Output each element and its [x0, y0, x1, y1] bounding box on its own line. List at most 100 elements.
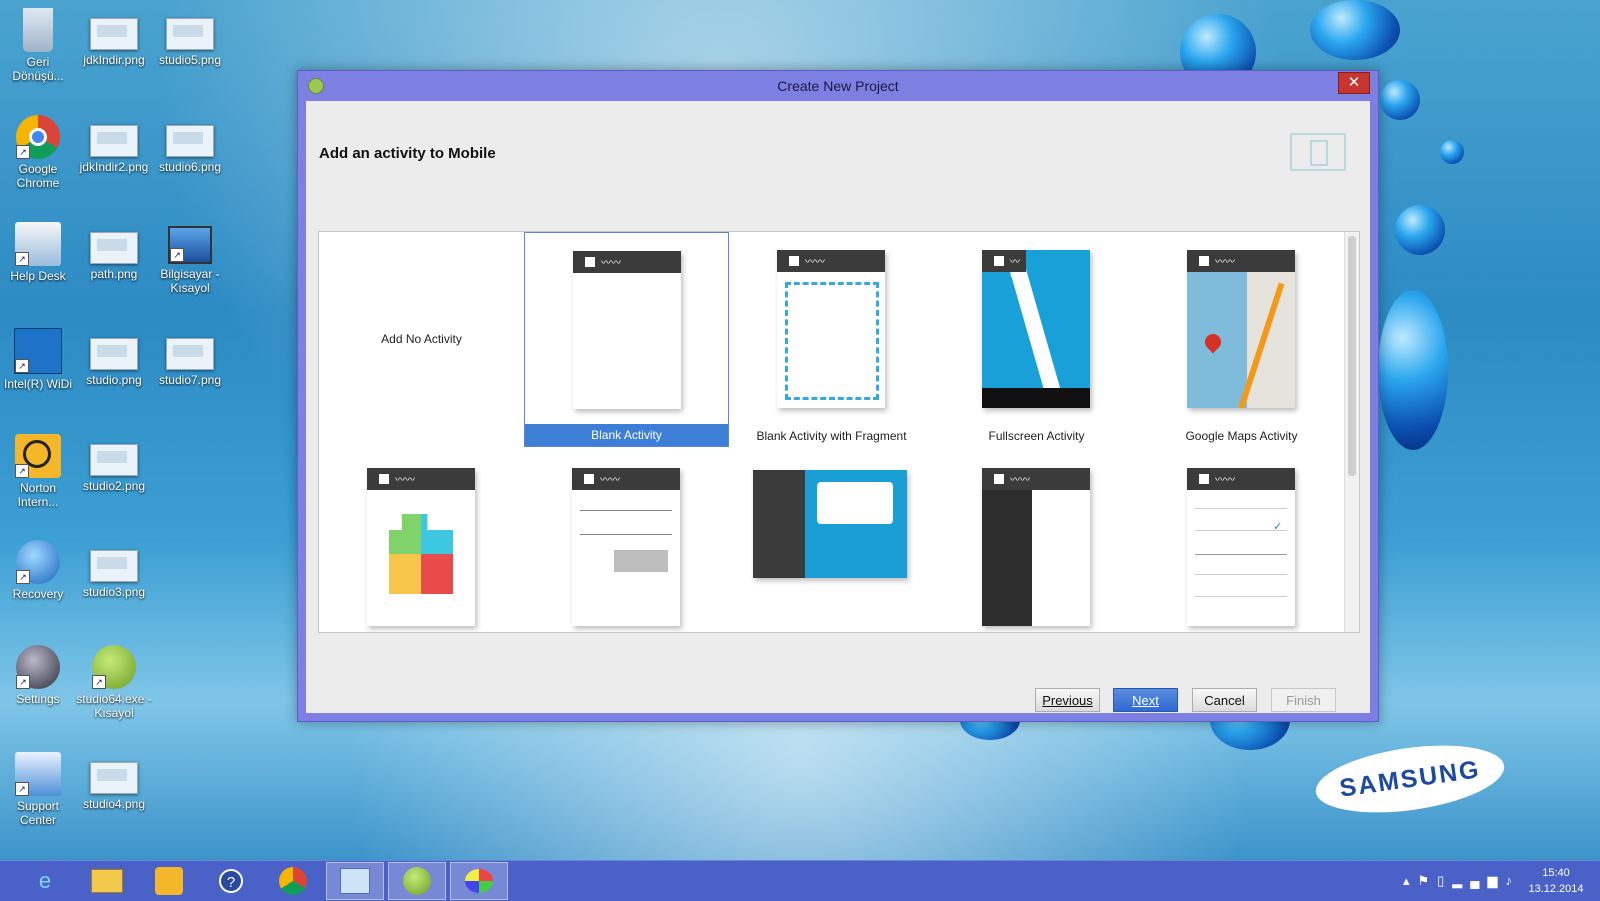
desktop-icon-help-desk[interactable]: ↗ Help Desk: [0, 222, 76, 283]
shortcut-arrow-icon: ↗: [15, 359, 29, 373]
desktop-icon-studio4[interactable]: studio4.png: [76, 752, 152, 811]
chrome-icon[interactable]: [264, 862, 322, 900]
template-settings-activity[interactable]: ✓: [1139, 450, 1344, 632]
desktop-icon-studio7[interactable]: studio7.png: [152, 328, 228, 387]
desktop-icon-norton[interactable]: ↗ Norton Intern...: [0, 434, 76, 509]
desktop-icon-label: studio.png: [86, 373, 142, 387]
shortcut-arrow-icon: ↗: [16, 675, 30, 689]
template-play-services[interactable]: [319, 450, 524, 632]
previous-button[interactable]: Previous: [1035, 688, 1100, 712]
desktop-icon-studio6[interactable]: studio6.png: [152, 115, 228, 174]
desktop-icon-support-center[interactable]: ↗ Support Center: [0, 752, 76, 827]
desktop-icon-label: Support Center: [16, 799, 60, 827]
image-file-icon: [166, 125, 214, 157]
desktop-icon-chrome[interactable]: ↗ Google Chrome: [0, 115, 76, 190]
desktop-icon-jdkindir2[interactable]: jdkIndir2.png: [76, 115, 152, 174]
template-blank-activity[interactable]: Blank Activity: [524, 232, 729, 447]
wallpaper-bubble: [1395, 205, 1445, 255]
image-file-icon: [90, 232, 138, 264]
blank-activity-preview: [573, 251, 681, 409]
chrome-icon: ↗: [16, 115, 60, 159]
template-label: Add No Activity: [381, 332, 462, 346]
finish-button: Finish: [1271, 688, 1336, 712]
create-new-project-dialog: Create New Project ✕ Add an activity to …: [297, 70, 1379, 722]
help-icon[interactable]: ?: [202, 862, 260, 900]
template-navigation-drawer-activity[interactable]: [934, 450, 1139, 632]
desktop-icon-label: Geri Dönüşü...: [12, 55, 64, 83]
desktop-icon-jdkindir[interactable]: jdkIndir.png: [76, 8, 152, 67]
desktop-icon-path[interactable]: path.png: [76, 222, 152, 281]
network-signal-icon[interactable]: ▂▄▆: [1452, 873, 1505, 888]
desktop-icon-widi[interactable]: ↗ Intel(R) WiDi: [0, 328, 76, 391]
image-file-icon: [90, 762, 138, 794]
cancel-button[interactable]: Cancel: [1192, 688, 1257, 712]
desktop-icon-studio[interactable]: studio.png: [76, 328, 152, 387]
image-file-icon: [90, 18, 138, 50]
desktop-icon-studio5[interactable]: studio5.png: [152, 8, 228, 67]
desktop-icon-label: studio2.png: [82, 479, 146, 493]
finish-button-label: Finish: [1286, 693, 1321, 708]
template-master-detail-flow[interactable]: [729, 450, 934, 632]
paint-icon[interactable]: [450, 862, 508, 900]
desktop-icon-computer[interactable]: ↗ Bilgisayar - Kısayol: [152, 222, 228, 295]
computer-icon: ↗: [168, 226, 212, 264]
help-desk-icon: ↗: [15, 222, 61, 266]
close-button[interactable]: ✕: [1338, 72, 1370, 94]
desktop-icon-android-studio[interactable]: ↗ studio64.exe - Kısayol: [76, 645, 152, 720]
settings-icon: ↗: [16, 645, 60, 689]
cancel-button-label: Cancel: [1204, 693, 1245, 708]
shortcut-arrow-icon: ↗: [92, 675, 106, 689]
taskbar: e ? ▴⚑▯▂▄▆♪ 15:40 13.12.2014: [0, 860, 1600, 901]
wallpaper-bubble: [1380, 80, 1420, 120]
desktop-icon-recovery[interactable]: ↗ Recovery: [0, 540, 76, 601]
clock-date: 13.12.2014: [1528, 883, 1584, 895]
show-hidden-icons-icon[interactable]: ▴: [1403, 873, 1418, 888]
system-tray[interactable]: ▴⚑▯▂▄▆♪: [1403, 873, 1520, 889]
desktop-icon-studio3[interactable]: studio3.png: [76, 540, 152, 599]
gallery-scrollbar[interactable]: [1344, 232, 1359, 632]
volume-icon[interactable]: ♪: [1506, 873, 1521, 888]
android-studio-icon: ↗: [92, 645, 136, 689]
play-services-preview: [367, 468, 475, 626]
desktop-icon-recycle-bin[interactable]: Geri Dönüşü...: [0, 8, 76, 83]
file-explorer-icon[interactable]: [78, 862, 136, 900]
desktop-icon-label: studio6.png: [158, 160, 222, 174]
shortcut-arrow-icon: ↗: [15, 782, 29, 796]
desktop-icon-label: jdkIndir2.png: [79, 160, 149, 174]
battery-icon[interactable]: ▯: [1437, 873, 1452, 888]
scrollbar-thumb[interactable]: [1348, 236, 1356, 476]
next-button-label: Next: [1132, 693, 1159, 708]
previous-button-label: Previous: [1042, 693, 1093, 708]
template-login-activity[interactable]: [524, 450, 729, 632]
next-button[interactable]: Next: [1113, 688, 1178, 712]
template-google-maps-activity[interactable]: Google Maps Activity: [1139, 232, 1344, 447]
android-studio-icon[interactable]: [388, 862, 446, 900]
dialog-title: Create New Project: [777, 78, 899, 94]
fullscreen-preview: [982, 250, 1090, 408]
control-panel-icon[interactable]: [326, 862, 384, 900]
image-file-icon: [90, 338, 138, 370]
desktop-icon-studio2[interactable]: studio2.png: [76, 434, 152, 493]
desktop-icon-settings[interactable]: ↗ Settings: [0, 645, 76, 706]
template-blank-activity-with-fragment[interactable]: Blank Activity with Fragment: [729, 232, 934, 447]
blank-fragment-preview: [777, 250, 885, 408]
shortcut-arrow-icon: ↗: [16, 145, 30, 159]
settings-preview: ✓: [1187, 468, 1295, 626]
template-add-no-activity[interactable]: Add No Activity: [319, 232, 524, 447]
action-center-flag-icon[interactable]: ⚑: [1417, 873, 1437, 888]
image-file-icon: [90, 550, 138, 582]
template-label: Fullscreen Activity: [988, 429, 1085, 443]
desktop-icon-label: studio4.png: [82, 797, 146, 811]
template-label: Blank Activity: [525, 424, 728, 446]
norton-icon[interactable]: [140, 862, 198, 900]
activity-template-gallery[interactable]: Add No Activity Blank Activity Blank Act…: [318, 231, 1360, 633]
clock[interactable]: 15:40 13.12.2014: [1526, 865, 1586, 897]
widi-icon: ↗: [14, 328, 62, 374]
wallpaper-bubble: [1378, 290, 1448, 450]
desktop-icon-label: studio7.png: [158, 373, 222, 387]
dialog-titlebar[interactable]: Create New Project ✕: [298, 71, 1378, 101]
dialog-content: Add an activity to Mobile Add No Activit…: [306, 101, 1370, 713]
desktop-icon-label: Help Desk: [10, 269, 66, 283]
template-fullscreen-activity[interactable]: Fullscreen Activity: [934, 232, 1139, 447]
internet-explorer-icon[interactable]: e: [16, 862, 74, 900]
